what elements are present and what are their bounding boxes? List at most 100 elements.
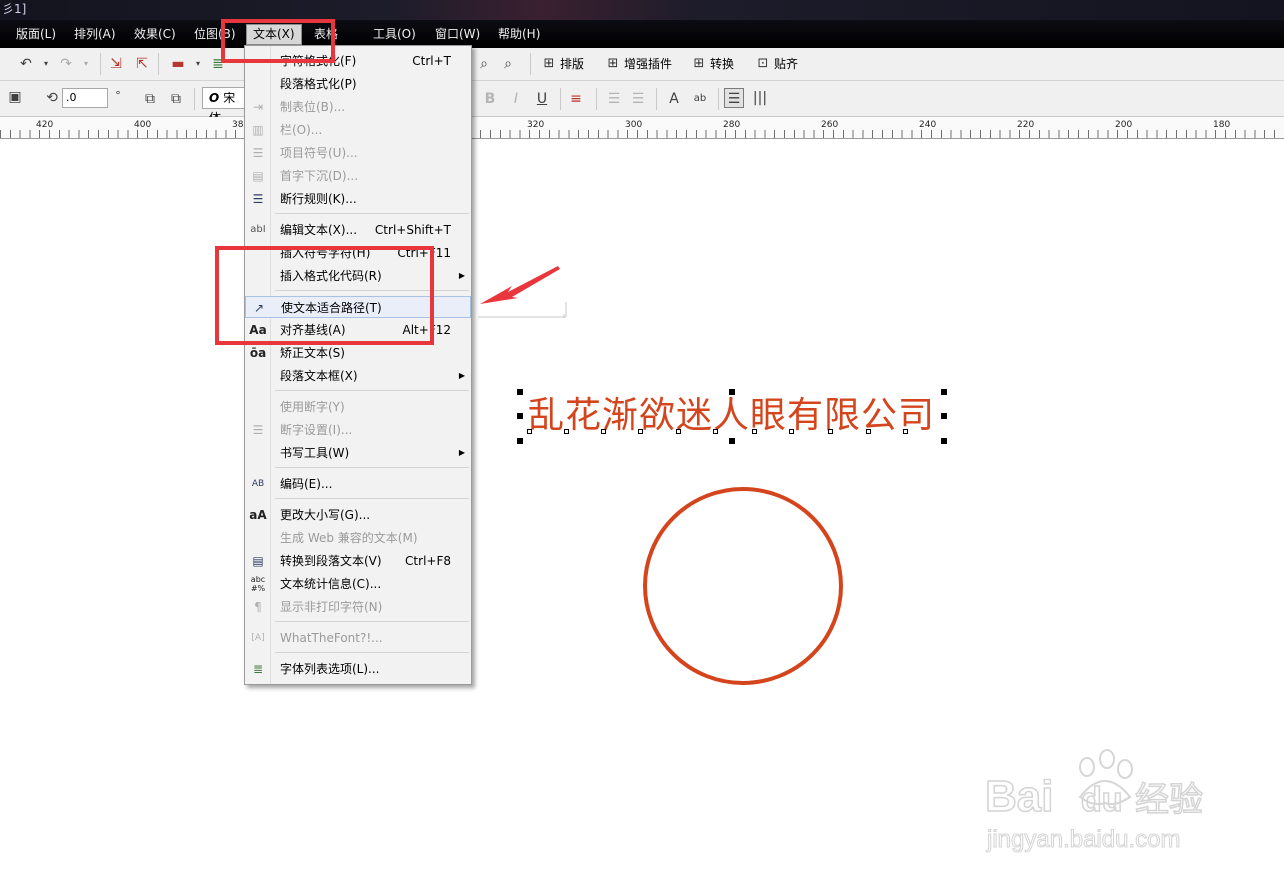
character-node[interactable] — [676, 429, 681, 434]
ruler-label: 260 — [821, 120, 839, 130]
mirror-horizontal-icon[interactable]: ⧉ — [140, 89, 160, 109]
menu-item-show-nonprinting-chars[interactable]: ¶ 显示非打印字符(N) — [245, 596, 471, 618]
selection-handle[interactable] — [941, 413, 947, 419]
menu-item-encoding[interactable]: AB 编码(E)... — [245, 473, 471, 495]
character-node[interactable] — [866, 429, 871, 434]
menu-item-hyphenation-settings[interactable]: ☰ 断字设置(I)... — [245, 419, 471, 441]
menu-item-columns[interactable]: ▥ 栏(O)... — [245, 119, 471, 141]
ruler-label: 200 — [1115, 120, 1133, 130]
character-node[interactable] — [752, 429, 757, 434]
menu-item-web-compatible-text[interactable]: 生成 Web 兼容的文本(M) — [245, 527, 471, 549]
vertical-text-icon[interactable]: ||| — [750, 88, 770, 108]
menu-separator — [275, 652, 469, 653]
app-launcher-dropdown-icon[interactable]: ▾ — [188, 54, 208, 74]
character-node[interactable] — [713, 429, 718, 434]
enhance-plugin-button[interactable]: ⊞ 增强插件 — [604, 53, 672, 75]
edit-text-icon: abI — [250, 224, 266, 235]
text-stats-icon: abc #% — [250, 575, 266, 593]
undo-dropdown-icon[interactable]: ▾ — [36, 54, 56, 74]
undo-icon[interactable]: ↶ — [16, 54, 36, 74]
font-list-icon: ≣ — [252, 662, 264, 676]
mirror-vertical-icon[interactable]: ⧉ — [166, 89, 186, 109]
ruler-label: 300 — [625, 120, 643, 130]
menu-item-straighten-text[interactable]: ōa 矫正文本(S) — [245, 342, 471, 364]
bold-icon[interactable]: B — [480, 89, 500, 109]
menu-item-line-break-rules[interactable]: ☰ 断行规则(K)... — [245, 188, 471, 210]
snap-button[interactable]: ⊡ 贴齐 — [754, 53, 798, 75]
menu-bar: 版面(L) 排列(A) 效果(C) 位图(B) 文本(X) 表格 工具(O) 窗… — [0, 20, 1284, 48]
italic-icon[interactable]: I — [506, 89, 526, 109]
rotate-icon: ⟲ — [46, 90, 58, 106]
redo-icon[interactable]: ↷ — [56, 54, 76, 74]
selection-handle[interactable] — [517, 438, 523, 444]
menu-item-paragraph-text-frame[interactable]: 段落文本框(X) ▶ — [245, 365, 471, 387]
property-bar: ▣ ⟲ .0 ° ⧉ ⧉ O宋体 B I U ≡ ☰ ☰ A ab ☰ ||| — [0, 81, 1284, 125]
watermark-url: jingyan.baidu.com — [986, 826, 1180, 853]
rotation-angle-input[interactable]: .0 — [62, 88, 108, 108]
ruler-label: 240 — [919, 120, 937, 130]
drop-cap-toolbar-icon[interactable]: ☰ — [628, 89, 648, 109]
edit-text-toolbar-icon[interactable]: ab — [690, 89, 710, 109]
watermark-brand-du: du — [1081, 781, 1123, 819]
app-launcher-icon[interactable]: ▬ — [168, 54, 188, 74]
underline-icon[interactable]: U — [532, 89, 552, 109]
convert-icon: ⊞ — [693, 56, 705, 71]
export-icon[interactable]: ⇱ — [132, 54, 152, 74]
selection-handle[interactable] — [517, 413, 523, 419]
baidu-jingyan-watermark: Bai du 经验 jingyan.baidu.com — [985, 749, 1204, 854]
bullet-list-icon[interactable]: ☰ — [604, 89, 624, 109]
lock-icon[interactable]: ▣ — [5, 87, 25, 107]
menu-window[interactable]: 窗口(W) — [429, 24, 486, 45]
character-node[interactable] — [638, 429, 643, 434]
zoom-icon[interactable]: ⌕ — [474, 54, 494, 74]
menu-effects[interactable]: 效果(C) — [128, 24, 182, 45]
character-node[interactable] — [564, 429, 569, 434]
menu-item-convert-to-paragraph-text[interactable]: ▤ 转换到段落文本(V) Ctrl+F8 — [245, 550, 471, 572]
rotation-unit: ° — [115, 89, 121, 102]
menu-item-text-statistics[interactable]: abc #% 文本统计信息(C)... — [245, 573, 471, 595]
character-node[interactable] — [527, 429, 532, 434]
selection-handle[interactable] — [941, 438, 947, 444]
menu-item-edit-text[interactable]: abI 编辑文本(X)... Ctrl+Shift+T — [245, 219, 471, 241]
menu-layout[interactable]: 版面(L) — [10, 24, 62, 45]
watermark-brand: Bai — [985, 772, 1053, 821]
typeset-button[interactable]: ⊞ 排版 — [540, 53, 584, 75]
font-family-select[interactable]: O宋体 — [202, 87, 248, 125]
zoom-page-icon[interactable]: ⌕ — [498, 54, 518, 74]
character-node[interactable] — [789, 429, 794, 434]
import-icon[interactable]: ⇲ — [106, 54, 126, 74]
tab-stop-icon: ⇥ — [252, 100, 264, 114]
menu-separator — [275, 390, 469, 391]
menu-tools[interactable]: 工具(O) — [367, 24, 422, 45]
menu-item-tabs[interactable]: ⇥ 制表位(B)... — [245, 96, 471, 118]
encoding-icon: AB — [251, 479, 265, 489]
menu-item-drop-cap[interactable]: ▤ 首字下沉(D)... — [245, 165, 471, 187]
menu-separator — [275, 467, 469, 468]
menu-separator — [275, 498, 469, 499]
convert-button[interactable]: ⊞ 转换 — [690, 53, 734, 75]
character-node[interactable] — [601, 429, 606, 434]
selection-handle[interactable] — [517, 389, 523, 395]
character-formatting-icon[interactable]: A — [664, 89, 684, 109]
menu-item-use-hyphenation[interactable]: 使用断字(Y) — [245, 396, 471, 418]
menu-help[interactable]: 帮助(H) — [492, 24, 546, 45]
menu-item-writing-tools[interactable]: 书写工具(W) ▶ — [245, 442, 471, 464]
text-align-icon[interactable]: ≡ — [566, 89, 586, 109]
horizontal-text-icon[interactable]: ☰ — [724, 88, 744, 108]
selection-handle[interactable] — [729, 438, 735, 444]
character-node[interactable] — [903, 429, 908, 434]
menu-arrange[interactable]: 排列(A) — [68, 24, 122, 45]
selection-handle[interactable] — [941, 389, 947, 395]
menu-item-font-list-options[interactable]: ≣ 字体列表选项(L)... — [245, 658, 471, 680]
menu-item-change-case[interactable]: aA 更改大小写(G)... — [245, 504, 471, 526]
redo-dropdown-icon[interactable]: ▾ — [76, 54, 96, 74]
menu-item-paragraph-formatting[interactable]: 段落格式化(P) — [245, 73, 471, 95]
menu-item-bullets[interactable]: ☰ 项目符号(U)... — [245, 142, 471, 164]
opentype-icon: O — [209, 91, 220, 105]
menu-item-whatthefont[interactable]: [A] WhatTheFont?!... — [245, 627, 471, 649]
artistic-text-object[interactable]: 乱花渐欲迷人眼有限公司 — [528, 394, 935, 438]
ruler-label: 220 — [1017, 120, 1035, 130]
selection-handle[interactable] — [729, 389, 735, 395]
character-node[interactable] — [828, 429, 833, 434]
circle-path-object[interactable] — [638, 484, 848, 690]
